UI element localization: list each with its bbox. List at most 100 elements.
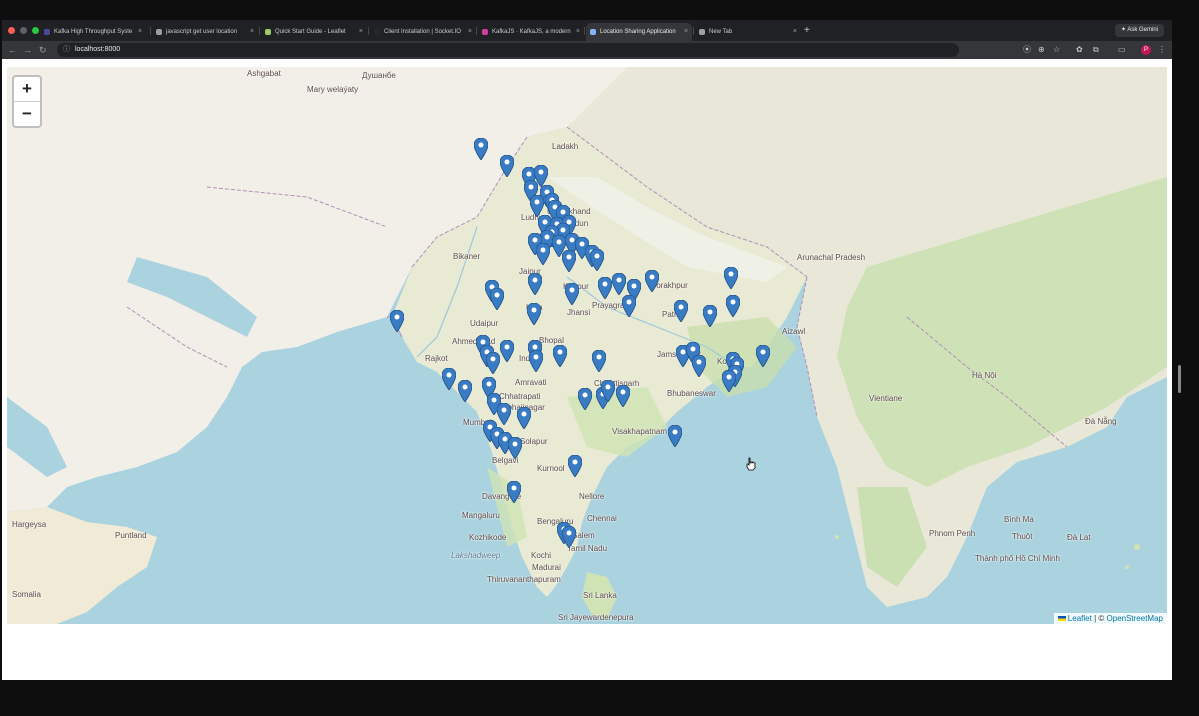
location-marker-icon[interactable] xyxy=(722,370,736,392)
map-place-label: Arunachal Pradesh xyxy=(797,253,866,262)
map-place-label: Hà Nội xyxy=(972,371,997,380)
tab-close-icon[interactable]: × xyxy=(250,23,254,41)
location-marker-icon[interactable] xyxy=(703,305,717,327)
leaflet-link[interactable]: Leaflet xyxy=(1068,614,1092,623)
map-place-label: Thành phố Hồ Chí Minh xyxy=(975,554,1060,563)
new-tab-button[interactable]: + xyxy=(804,23,810,39)
location-marker-icon[interactable] xyxy=(490,288,504,310)
location-marker-icon[interactable] xyxy=(529,350,543,372)
location-marker-icon[interactable] xyxy=(692,355,706,377)
tab-favicon-icon xyxy=(699,29,705,35)
reload-icon[interactable]: ↻ xyxy=(39,44,47,56)
browser-tab[interactable]: Client Installation | Socket.IO × xyxy=(370,23,476,41)
tab-close-icon[interactable]: × xyxy=(468,23,472,41)
tab-close-icon[interactable]: × xyxy=(684,23,688,41)
browser-tab[interactable]: KafkaJS · KafkaJS, a modern × xyxy=(478,23,584,41)
location-marker-icon[interactable] xyxy=(507,481,521,503)
tab-close-icon[interactable]: × xyxy=(359,23,363,41)
location-marker-icon[interactable] xyxy=(645,270,659,292)
zoom-icon[interactable]: ⊕ xyxy=(1038,44,1045,56)
back-arrow-icon[interactable]: ← xyxy=(8,44,17,56)
map-place-label: Lakshadweep xyxy=(451,551,501,560)
location-marker-icon[interactable] xyxy=(756,345,770,367)
tab-close-icon[interactable]: × xyxy=(793,23,797,41)
location-marker-icon[interactable] xyxy=(536,243,550,265)
tab-close-icon[interactable]: × xyxy=(138,23,142,41)
location-marker-icon[interactable] xyxy=(622,295,636,317)
location-marker-icon[interactable] xyxy=(668,425,682,447)
location-marker-icon[interactable] xyxy=(530,195,544,217)
tab-favicon-icon xyxy=(374,29,380,35)
location-marker-icon[interactable] xyxy=(562,526,576,548)
zoom-in-button[interactable]: + xyxy=(14,77,40,101)
location-marker-icon[interactable] xyxy=(486,352,500,374)
puzzle-icon[interactable]: ⧉ xyxy=(1093,44,1099,56)
map-place-label: Hargeysa xyxy=(12,520,47,529)
location-icon[interactable]: ⦿ xyxy=(1023,44,1031,56)
browser-window: Kafka High Throughput Syste × javascript g… xyxy=(2,20,1172,680)
map-place-label: Visakhapatnam xyxy=(612,427,667,436)
minimize-window-icon[interactable] xyxy=(20,27,27,34)
location-marker-icon[interactable] xyxy=(508,437,522,459)
sidebar-icon[interactable]: ▭ xyxy=(1118,44,1126,56)
copyright-symbol: © xyxy=(1098,614,1105,623)
location-marker-icon[interactable] xyxy=(553,345,567,367)
profile-avatar[interactable]: P xyxy=(1141,45,1151,55)
location-marker-icon[interactable] xyxy=(601,380,615,402)
forward-arrow-icon[interactable]: → xyxy=(23,44,32,56)
browser-tab[interactable]: Location Sharing Application × xyxy=(586,23,692,41)
browser-tab[interactable]: Quick Start Guide - Leaflet × xyxy=(261,23,367,41)
location-marker-icon[interactable] xyxy=(590,249,604,271)
location-marker-icon[interactable] xyxy=(724,267,738,289)
location-marker-icon[interactable] xyxy=(528,273,542,295)
leaflet-map[interactable]: AshgabatДушанбеMary welaýatyLadakhUttara… xyxy=(7,67,1167,624)
location-marker-icon[interactable] xyxy=(442,368,456,390)
location-marker-icon[interactable] xyxy=(497,403,511,425)
location-marker-icon[interactable] xyxy=(598,277,612,299)
screen-edge-handle xyxy=(1178,365,1181,393)
zoom-out-button[interactable]: − xyxy=(14,101,40,126)
ask-gemini-label: Ask Gemini xyxy=(1127,27,1158,33)
location-marker-icon[interactable] xyxy=(726,295,740,317)
tab-title: Kafka High Throughput Syste xyxy=(54,29,133,35)
map-tiles xyxy=(7,67,1167,624)
browser-tab[interactable]: Kafka High Throughput Syste × xyxy=(40,23,146,41)
location-marker-icon[interactable] xyxy=(562,250,576,272)
tab-close-icon[interactable]: × xyxy=(576,23,580,41)
map-place-label: Bikaner xyxy=(453,252,481,261)
address-bar[interactable]: ⓘ localhost:8000 xyxy=(57,43,959,57)
tab-separator xyxy=(476,27,477,35)
map-place-label: Mary welaýaty xyxy=(307,85,359,94)
map-place-label: Kurnool xyxy=(537,464,565,473)
map-place-label: Aizawl xyxy=(782,327,806,336)
extension-icon[interactable]: ✿ xyxy=(1076,44,1083,56)
location-marker-icon[interactable] xyxy=(474,138,488,160)
openstreetmap-link[interactable]: OpenStreetMap xyxy=(1107,614,1163,623)
location-marker-icon[interactable] xyxy=(500,340,514,362)
location-marker-icon[interactable] xyxy=(592,350,606,372)
ask-gemini-button[interactable]: ✦ Ask Gemini xyxy=(1114,24,1164,37)
menu-icon[interactable]: ⋮ xyxy=(1158,44,1166,56)
location-marker-icon[interactable] xyxy=(568,455,582,477)
location-marker-icon[interactable] xyxy=(527,303,541,325)
location-marker-icon[interactable] xyxy=(565,283,579,305)
location-marker-icon[interactable] xyxy=(616,385,630,407)
url-text: localhost:8000 xyxy=(75,46,121,53)
location-marker-icon[interactable] xyxy=(390,310,404,332)
browser-tab[interactable]: New Tab × xyxy=(695,23,801,41)
star-icon[interactable]: ☆ xyxy=(1053,44,1060,56)
maximize-window-icon[interactable] xyxy=(32,27,39,34)
browser-tab[interactable]: javascript get user location × xyxy=(152,23,258,41)
location-marker-icon[interactable] xyxy=(612,273,626,295)
map-place-label: Madurai xyxy=(532,563,561,572)
location-marker-icon[interactable] xyxy=(458,380,472,402)
map-place-label: Bình Ma xyxy=(1004,515,1034,524)
close-window-icon[interactable] xyxy=(8,27,15,34)
site-info-icon[interactable]: ⓘ xyxy=(63,43,70,57)
zoom-control: + − xyxy=(12,75,42,128)
location-marker-icon[interactable] xyxy=(578,388,592,410)
location-marker-icon[interactable] xyxy=(500,155,514,177)
location-marker-icon[interactable] xyxy=(517,407,531,429)
location-marker-icon[interactable] xyxy=(674,300,688,322)
tab-favicon-icon xyxy=(590,29,596,35)
